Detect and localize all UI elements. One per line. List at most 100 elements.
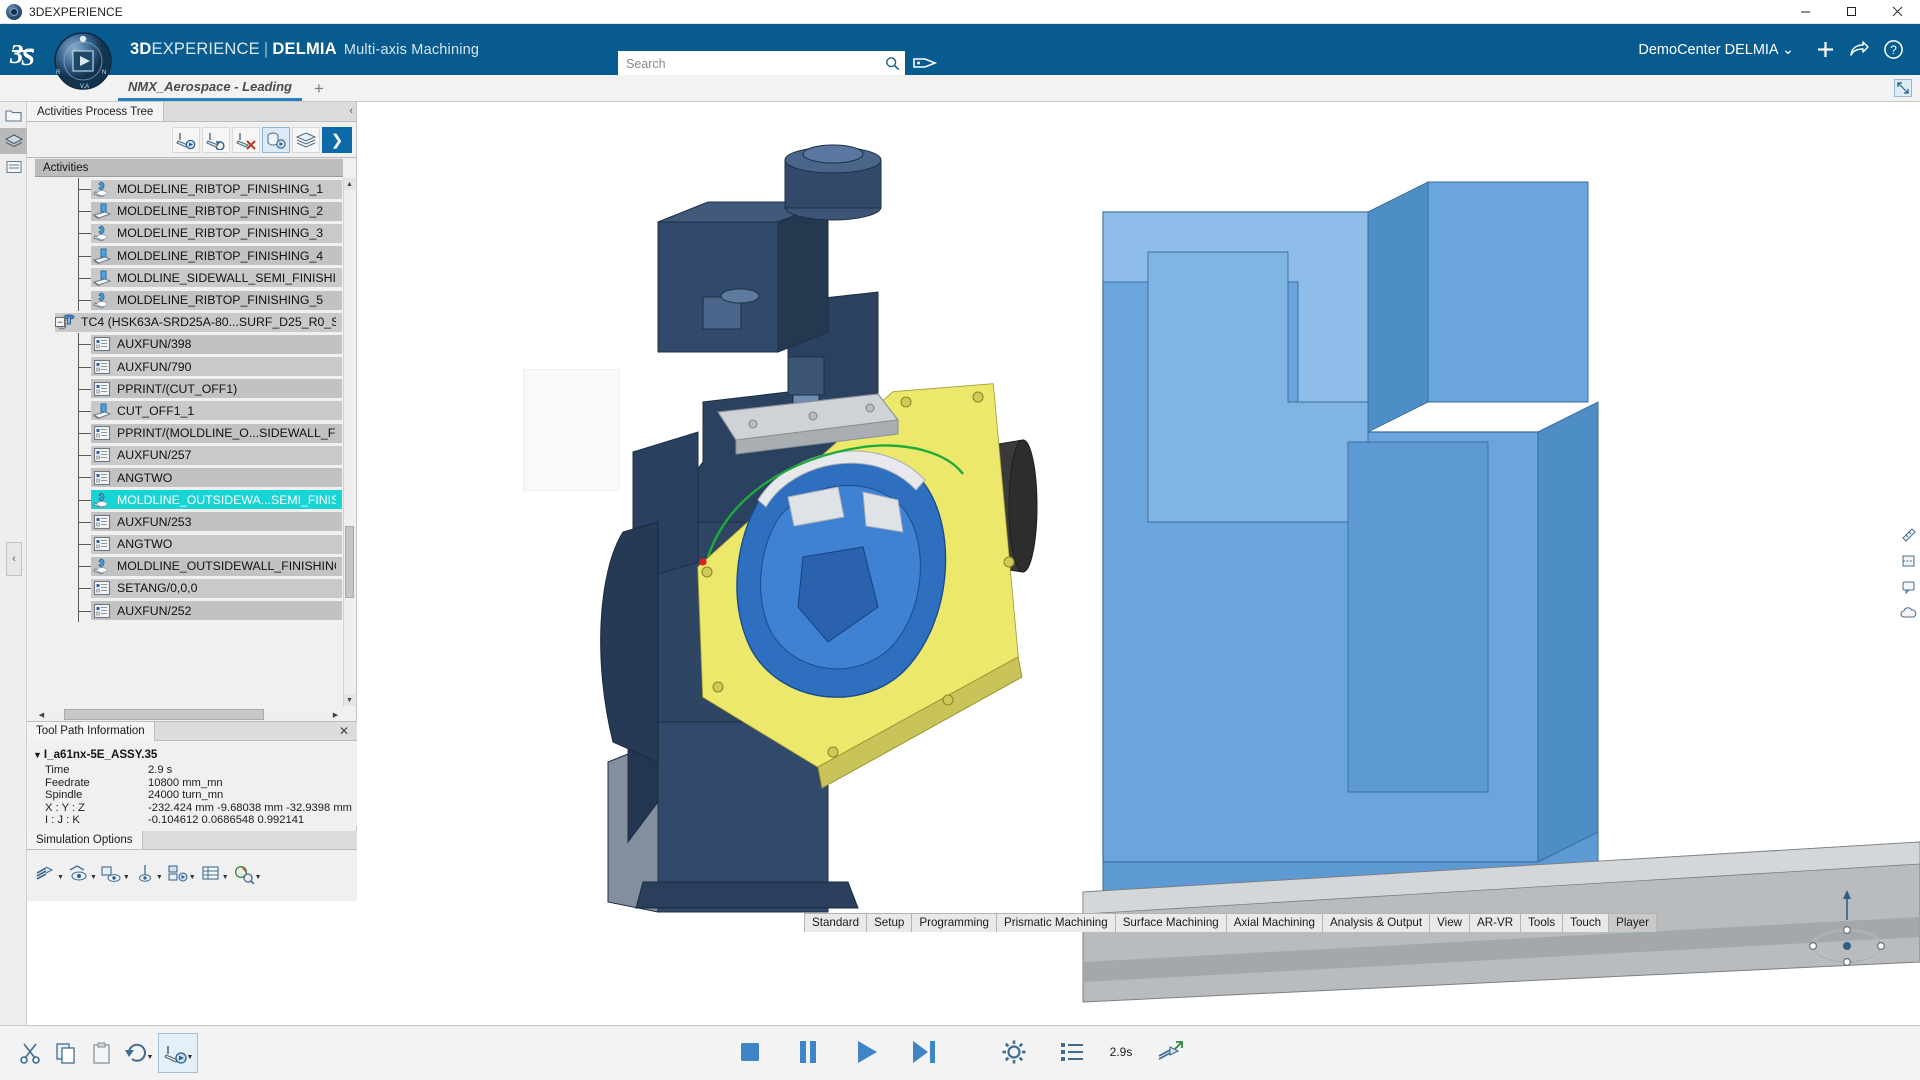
tree-row[interactable]: MOLDELINE_RIBTOP_FINISHING_1 <box>35 178 342 201</box>
search-input[interactable] <box>618 52 879 75</box>
chevron-down-icon[interactable]: ▼ <box>189 874 196 881</box>
tree-expander-icon[interactable]: − <box>55 317 65 328</box>
step-forward-icon[interactable] <box>904 1032 944 1072</box>
section-tab-player[interactable]: Player <box>1608 913 1657 932</box>
chevron-down-icon[interactable]: ▼ <box>156 874 163 881</box>
horizontal-scroll-track[interactable] <box>48 709 329 720</box>
section-tab-surface-machining[interactable]: Surface Machining <box>1114 913 1227 932</box>
annotation-icon[interactable] <box>1898 574 1920 600</box>
scroll-down-arrow[interactable]: ▼ <box>344 694 355 706</box>
tree-panel-collapse-button[interactable]: ‹ <box>349 105 353 117</box>
section-tab-axial-machining[interactable]: Axial Machining <box>1225 913 1323 932</box>
tree-row[interactable]: MOLDLINE_OUTSIDEWA...SEMI_FINISHING_ <box>35 488 342 511</box>
tree-row[interactable]: MOLDELINE_RIBTOP_FINISHING_3 <box>35 222 342 245</box>
delete-toolpath-button[interactable] <box>232 126 260 153</box>
tree-row[interactable]: MOLDLINE_SIDEWALL_SEMI_FINISHING_2 <box>35 266 342 289</box>
section-tab-standard[interactable]: Standard <box>804 913 868 932</box>
window-minimize-button[interactable] <box>1782 0 1828 24</box>
tree-row[interactable]: ANGTWO <box>35 533 342 556</box>
section-tab-programming[interactable]: Programming <box>911 913 997 932</box>
chevron-down-icon[interactable]: ▼ <box>90 874 97 881</box>
section-icon[interactable] <box>1898 548 1920 574</box>
vertical-scroll-thumb[interactable] <box>345 526 354 598</box>
view-eye-button[interactable]: ▼ <box>66 860 97 886</box>
section-tab-tools[interactable]: Tools <box>1520 913 1564 932</box>
tree-row[interactable]: ANGTWO <box>35 466 342 489</box>
section-tab-setup[interactable]: Setup <box>866 913 913 932</box>
toolpath-display-button[interactable]: ▼ <box>33 860 64 886</box>
tree-row[interactable]: AUXFUN/398 <box>35 333 342 356</box>
tree-row[interactable]: AUXFUN/790 <box>35 355 342 378</box>
gear-icon[interactable] <box>994 1032 1034 1072</box>
section-tab-ar-vr[interactable]: AR-VR <box>1469 913 1522 932</box>
tree-row[interactable]: AUXFUN/253 <box>35 510 342 533</box>
list-settings-icon[interactable] <box>1052 1032 1092 1072</box>
rail-collapse-button[interactable]: ‹ <box>6 542 22 576</box>
tree-row[interactable]: MOLDELINE_RIBTOP_FINISHING_4 <box>35 244 342 267</box>
pause-icon[interactable] <box>788 1032 828 1072</box>
point-display-button[interactable]: ▼ <box>132 860 163 886</box>
window-maximize-button[interactable] <box>1828 0 1874 24</box>
chevron-down-icon[interactable]: ▼ <box>123 874 130 881</box>
analysis-button[interactable]: ▼ <box>231 860 262 886</box>
tree-vertical-scrollbar[interactable]: ▲ ▼ <box>343 178 355 706</box>
share-icon[interactable] <box>1842 24 1876 75</box>
tree-row[interactable]: PPRINT/(MOLDLINE_O...SIDEWALL_FINISHIN <box>35 422 342 445</box>
tree-row[interactable]: MOLDLINE_OUTSIDEWALL_FINISHING_1_5X <box>35 555 342 578</box>
3d-scene[interactable] <box>358 102 1920 1080</box>
add-button[interactable] <box>1808 24 1842 75</box>
view-navigation-compass[interactable] <box>1802 890 1892 980</box>
tenant-selector[interactable]: DemoCenter DELMIA ⌄ <box>1624 42 1808 58</box>
tree-row[interactable]: PPRINT/(CUT_OFF1) <box>35 377 342 400</box>
tree-row[interactable]: CUT_OFF1_1 <box>35 399 342 423</box>
tree-row[interactable]: MOLDELINE_RIBTOP_FINISHING_2 <box>35 200 342 223</box>
replay-toolpath-button[interactable] <box>202 126 230 153</box>
scroll-right-arrow[interactable]: ▶ <box>329 708 342 721</box>
tab-simulation-options[interactable]: Simulation Options <box>27 831 143 849</box>
tab-nmx-aerospace[interactable]: NMX_Aerospace - Leading <box>118 76 302 101</box>
tree-row[interactable]: AUXFUN/252 <box>35 599 342 622</box>
layers-icon[interactable] <box>0 128 27 154</box>
section-tab-touch[interactable]: Touch <box>1562 913 1610 932</box>
window-close-button[interactable] <box>1874 0 1920 24</box>
measure-icon[interactable] <box>1898 522 1920 548</box>
folder-icon[interactable] <box>0 102 27 128</box>
search-box[interactable] <box>618 51 905 76</box>
tree-row[interactable]: MOLDELINE_RIBTOP_FINISHING_5 <box>35 288 342 312</box>
play-icon[interactable] <box>846 1032 886 1072</box>
chevron-down-icon[interactable]: ▼ <box>255 874 262 881</box>
export-toolpath-icon[interactable] <box>1150 1032 1190 1072</box>
tree-row[interactable]: AUXFUN/257 <box>35 444 342 467</box>
caret-down-icon[interactable]: ▼ <box>33 750 42 760</box>
more-arrow-button[interactable]: ❯ <box>322 126 352 153</box>
chevron-down-icon[interactable]: ▼ <box>57 874 64 881</box>
new-tab-button[interactable]: + <box>314 79 324 101</box>
tree-row[interactable]: − TC4 (HSK63A-SRD25A-80...SURF_D25_R0_ST5… <box>35 311 342 333</box>
tag-icon[interactable] <box>912 52 938 77</box>
tree-row[interactable]: SETANG/0,0,0 <box>35 577 342 600</box>
expand-icon[interactable] <box>1894 79 1912 97</box>
tree-horizontal-scrollbar[interactable]: ◀ ▶ <box>35 708 342 721</box>
search-icon[interactable] <box>879 56 905 71</box>
3d-viewport[interactable]: Standard Setup Programming Prismatic Machin… <box>358 102 1920 1080</box>
cloud-icon[interactable] <box>1898 600 1920 626</box>
tab-tool-path-information[interactable]: Tool Path Information <box>27 721 155 741</box>
chevron-down-icon[interactable]: ▼ <box>222 874 229 881</box>
machine-axis-button[interactable]: ▼ <box>165 860 196 886</box>
tree-scroll-area[interactable]: MOLDELINE_RIBTOP_FINISHING_1 MOLDELINE_RI… <box>35 178 342 706</box>
help-icon[interactable]: ? <box>1876 24 1910 75</box>
machine-simulation-button[interactable] <box>262 126 290 153</box>
section-tab-prismatic-machining[interactable]: Prismatic Machining <box>995 913 1116 932</box>
simulate-toolpath-button[interactable] <box>172 126 200 153</box>
stack-view-button[interactable] <box>292 126 320 153</box>
list-icon[interactable] <box>0 154 27 180</box>
tab-activities-process-tree[interactable]: Activities Process Tree <box>27 102 165 121</box>
camera-tracking-button[interactable]: ▼ <box>99 860 130 886</box>
scroll-left-arrow[interactable]: ◀ <box>35 708 48 721</box>
section-tab-view[interactable]: View <box>1429 913 1471 932</box>
scroll-up-arrow[interactable]: ▲ <box>344 178 355 190</box>
section-tab-analysis-output[interactable]: Analysis & Output <box>1321 913 1431 932</box>
horizontal-scroll-thumb[interactable] <box>64 709 264 720</box>
table-display-button[interactable]: ▼ <box>198 860 229 886</box>
tpi-close-button[interactable]: ✕ <box>331 724 357 738</box>
